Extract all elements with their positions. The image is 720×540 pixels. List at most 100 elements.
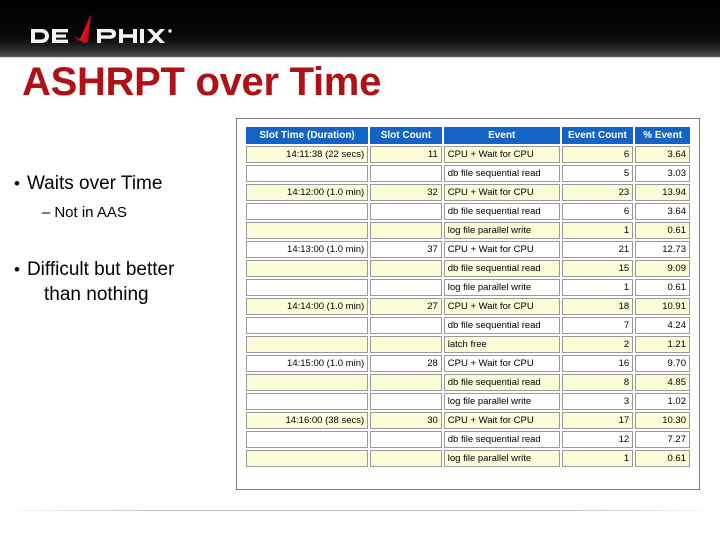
cell-event: db file sequential read: [443, 317, 560, 334]
cell-slot-time: [246, 203, 369, 220]
cell-event-count: 3: [561, 393, 634, 410]
cell-event-count: 7: [561, 317, 634, 334]
table-row: 14:12:00 (1.0 min) 32 CPU + Wait for CPU 23…: [246, 184, 690, 201]
cell-event-count: 15: [561, 260, 634, 277]
cell-slot-time: [246, 450, 369, 467]
cell-event-count: 1: [561, 279, 634, 296]
cell-slot-count: 28: [370, 355, 442, 372]
cell-event: CPU + Wait for CPU: [443, 412, 560, 429]
cell-event-count: 6: [561, 146, 634, 163]
ash-report-panel: Slot Time (Duration) Slot Count Event Ev…: [236, 118, 700, 490]
table-row: db file sequential read 15 9.09: [246, 260, 690, 277]
cell-pct-event: 4.85: [635, 374, 690, 391]
bullet-item-label: Waits over Time: [26, 173, 163, 194]
bullet-subitem-label: Not in AAS: [54, 204, 127, 221]
cell-pct-event: 3.64: [635, 203, 690, 220]
table-row: 14:11:38 (22 secs) 11 CPU + Wait for CPU 6 3…: [246, 146, 690, 163]
cell-slot-time: [246, 431, 369, 448]
cell-event: log file parallel write: [443, 450, 560, 467]
cell-event: log file parallel write: [443, 279, 560, 296]
cell-slot-count: [370, 260, 442, 277]
cell-slot-count: [370, 393, 442, 410]
column-header-pct-event[interactable]: % Event: [635, 127, 690, 144]
cell-slot-time: [246, 336, 369, 353]
cell-event-count: 23: [561, 184, 634, 201]
brand-banner: [0, 0, 720, 57]
cell-event: CPU + Wait for CPU: [443, 146, 560, 163]
bullet-glyph: •: [14, 260, 20, 279]
cell-slot-count: 32: [370, 184, 442, 201]
page-title: ASHRPT over Time: [22, 60, 382, 104]
cell-slot-count: [370, 317, 442, 334]
cell-pct-event: 10.30: [635, 412, 690, 429]
cell-pct-event: 3.64: [635, 146, 690, 163]
bullet-item-difficult-but-better: • Difficult but better: [10, 258, 232, 282]
cell-pct-event: 0.61: [635, 279, 690, 296]
cell-slot-count: 27: [370, 298, 442, 315]
cell-event-count: 1: [561, 222, 634, 239]
cell-event-count: 1: [561, 450, 634, 467]
cell-event-count: 16: [561, 355, 634, 372]
table-row: db file sequential read 8 4.85: [246, 374, 690, 391]
cell-slot-time: 14:13:00 (1.0 min): [246, 241, 369, 258]
cell-slot-count: [370, 165, 442, 182]
cell-pct-event: 1.21: [635, 336, 690, 353]
bullet-item-continuation: than nothing: [44, 284, 149, 305]
table-row: 14:13:00 (1.0 min) 37 CPU + Wait for CPU 21…: [246, 241, 690, 258]
cell-slot-count: [370, 431, 442, 448]
cell-pct-event: 0.61: [635, 450, 690, 467]
cell-event: db file sequential read: [443, 165, 560, 182]
cell-pct-event: 4.24: [635, 317, 690, 334]
bullet-item-label: Difficult but better: [26, 259, 175, 280]
cell-slot-count: [370, 336, 442, 353]
cell-event-count: 12: [561, 431, 634, 448]
bullet-list: • Waits over Time – Not in AAS • Difficult …: [10, 172, 232, 308]
cell-slot-time: [246, 317, 369, 334]
table-row: db file sequential read 12 7.27: [246, 431, 690, 448]
table-row: log file parallel write 3 1.02: [246, 393, 690, 410]
cell-event-count: 17: [561, 412, 634, 429]
table-row: db file sequential read 5 3.03: [246, 165, 690, 182]
table-row: db file sequential read 6 3.64: [246, 203, 690, 220]
cell-slot-count: [370, 279, 442, 296]
column-header-slot-time[interactable]: Slot Time (Duration): [246, 127, 369, 144]
cell-slot-time: 14:11:38 (22 secs): [246, 146, 369, 163]
cell-slot-time: 14:14:00 (1.0 min): [246, 298, 369, 315]
cell-event: CPU + Wait for CPU: [443, 355, 560, 372]
cell-pct-event: 3.03: [635, 165, 690, 182]
table-row: db file sequential read 7 4.24: [246, 317, 690, 334]
table-header-row: Slot Time (Duration) Slot Count Event Ev…: [246, 127, 690, 144]
column-header-slot-count[interactable]: Slot Count: [370, 127, 442, 144]
cell-event: latch free: [443, 336, 560, 353]
table-row: log file parallel write 1 0.61: [246, 279, 690, 296]
table-row: log file parallel write 1 0.61: [246, 450, 690, 467]
column-header-event[interactable]: Event: [443, 127, 560, 144]
cell-event-count: 21: [561, 241, 634, 258]
column-header-event-count[interactable]: Event Count: [561, 127, 634, 144]
cell-pct-event: 9.70: [635, 355, 690, 372]
table-row: latch free 2 1.21: [246, 336, 690, 353]
cell-pct-event: 13.94: [635, 184, 690, 201]
table-row: 14:14:00 (1.0 min) 27 CPU + Wait for CPU 18…: [246, 298, 690, 315]
cell-event: db file sequential read: [443, 374, 560, 391]
table-body: 14:11:38 (22 secs) 11 CPU + Wait for CPU 6 3…: [246, 146, 690, 467]
cell-slot-time: [246, 393, 369, 410]
table-row: log file parallel write 1 0.61: [246, 222, 690, 239]
cell-event-count: 5: [561, 165, 634, 182]
cell-event: db file sequential read: [443, 431, 560, 448]
cell-slot-time: 14:15:00 (1.0 min): [246, 355, 369, 372]
dash-glyph: –: [42, 204, 51, 221]
cell-slot-count: [370, 450, 442, 467]
cell-slot-count: 11: [370, 146, 442, 163]
cell-event: db file sequential read: [443, 260, 560, 277]
cell-pct-event: 9.09: [635, 260, 690, 277]
table-row: 14:15:00 (1.0 min) 28 CPU + Wait for CPU 16…: [246, 355, 690, 372]
banner-underline: [0, 57, 720, 59]
cell-slot-time: [246, 279, 369, 296]
bullet-spacer: [10, 224, 232, 258]
cell-slot-time: [246, 374, 369, 391]
cell-slot-count: [370, 203, 442, 220]
cell-pct-event: 7.27: [635, 431, 690, 448]
cell-slot-time: 14:12:00 (1.0 min): [246, 184, 369, 201]
cell-event-count: 2: [561, 336, 634, 353]
